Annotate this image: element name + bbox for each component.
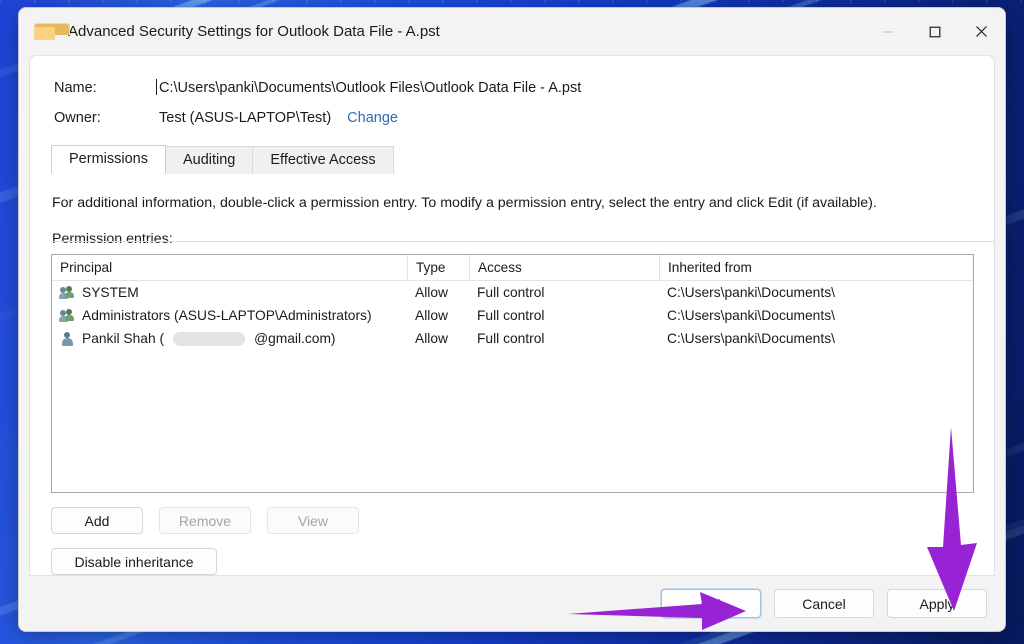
change-owner-link[interactable]: Change	[347, 110, 398, 126]
principal-name: Administrators (ASUS-LAPTOP\Administrato…	[82, 308, 372, 323]
cell-inherited-from: C:\Users\panki\Documents\	[667, 285, 835, 300]
principal-name-prefix: Pankil Shah (	[82, 331, 165, 346]
column-header-type[interactable]: Type	[407, 255, 469, 281]
disable-inheritance-button[interactable]: Disable inheritance	[51, 548, 217, 575]
remove-button[interactable]: Remove	[159, 507, 251, 534]
caption-buttons	[864, 8, 1005, 55]
info-text: For additional information, double-click…	[52, 195, 877, 211]
minimize-button[interactable]	[864, 8, 911, 55]
cell-access: Full control	[477, 285, 545, 300]
column-header-principal[interactable]: Principal	[52, 255, 407, 281]
cell-type: Allow	[415, 331, 448, 346]
owner-label: Owner:	[54, 110, 101, 126]
owner-field-row: Owner: Test (ASUS-LAPTOP\Test) Change	[54, 110, 994, 126]
dialog-content: Name: C:\Users\panki\Documents\Outlook F…	[29, 55, 995, 576]
table-row[interactable]: Administrators (ASUS-LAPTOP\Administrato…	[52, 304, 973, 327]
dialog-footer: OK Cancel Apply	[19, 576, 1005, 631]
cancel-button[interactable]: Cancel	[774, 589, 874, 618]
cell-inherited-from: C:\Users\panki\Documents\	[667, 331, 835, 346]
group-users-icon	[59, 285, 75, 300]
cell-inherited-from: C:\Users\panki\Documents\	[667, 308, 835, 323]
cell-principal: Administrators (ASUS-LAPTOP\Administrato…	[52, 308, 407, 323]
tab-effective-access[interactable]: Effective Access	[252, 146, 394, 174]
permission-entries-list[interactable]: Principal Type Access Inherited from SYS…	[51, 254, 974, 493]
list-action-buttons: Add Remove View	[51, 507, 994, 534]
name-value[interactable]: C:\Users\panki\Documents\Outlook Files\O…	[155, 79, 581, 96]
permission-entries-label: Permission entries:	[52, 231, 173, 247]
single-user-icon	[60, 331, 75, 346]
table-header-row: Principal Type Access Inherited from	[52, 255, 973, 281]
folder-icon	[34, 23, 70, 40]
principal-name: SYSTEM	[82, 285, 139, 300]
principal-name-suffix: @gmail.com)	[254, 331, 336, 346]
cell-type: Allow	[415, 285, 448, 300]
tab-bar: Permissions Auditing Effective Access	[51, 145, 994, 174]
cell-access: Full control	[477, 308, 545, 323]
apply-button[interactable]: Apply	[887, 589, 987, 618]
owner-value: Test (ASUS-LAPTOP\Test)	[159, 110, 332, 126]
window-title: Advanced Security Settings for Outlook D…	[68, 23, 440, 40]
view-button[interactable]: View	[267, 507, 359, 534]
name-field-row: Name: C:\Users\panki\Documents\Outlook F…	[54, 79, 994, 96]
cell-principal: SYSTEM	[52, 285, 407, 300]
cell-principal: Pankil Shah ( @gmail.com)	[52, 331, 407, 346]
cell-type: Allow	[415, 308, 448, 323]
ok-button[interactable]: OK	[661, 589, 761, 618]
cell-access: Full control	[477, 331, 545, 346]
group-users-icon	[59, 308, 75, 323]
add-button[interactable]: Add	[51, 507, 143, 534]
close-button[interactable]	[958, 8, 1005, 55]
title-bar[interactable]: Advanced Security Settings for Outlook D…	[19, 8, 1005, 55]
inheritance-row: Disable inheritance	[51, 548, 994, 575]
maximize-button[interactable]	[911, 8, 958, 55]
tab-permissions[interactable]: Permissions	[51, 145, 166, 174]
table-row[interactable]: Pankil Shah ( @gmail.com) Allow Full con…	[52, 327, 973, 350]
tab-underline	[51, 241, 994, 242]
table-row[interactable]: SYSTEM Allow Full control C:\Users\panki…	[52, 281, 973, 304]
tab-auditing[interactable]: Auditing	[164, 146, 254, 174]
advanced-security-settings-dialog: Advanced Security Settings for Outlook D…	[18, 7, 1006, 632]
name-label: Name:	[54, 80, 97, 96]
column-header-inherited-from[interactable]: Inherited from	[659, 255, 973, 281]
redacted-email-block	[173, 331, 246, 346]
column-header-access[interactable]: Access	[469, 255, 659, 281]
